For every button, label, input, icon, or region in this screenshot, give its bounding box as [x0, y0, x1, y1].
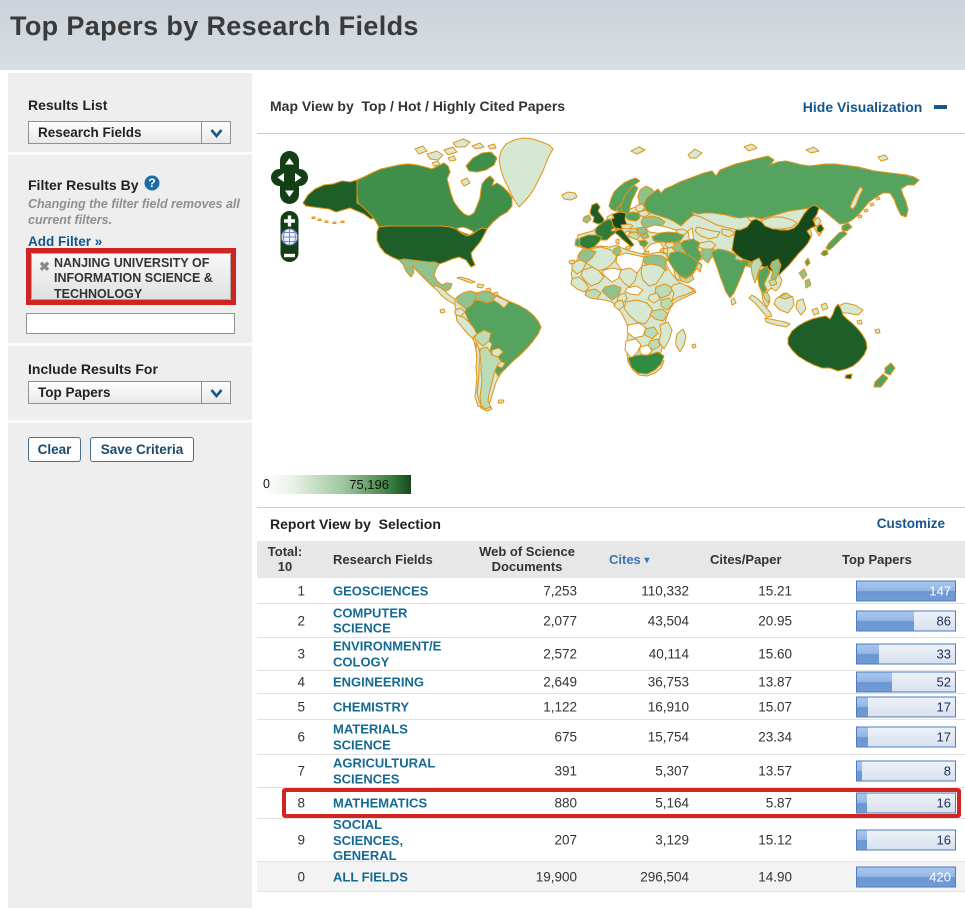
svg-text:?: ? [148, 176, 155, 190]
